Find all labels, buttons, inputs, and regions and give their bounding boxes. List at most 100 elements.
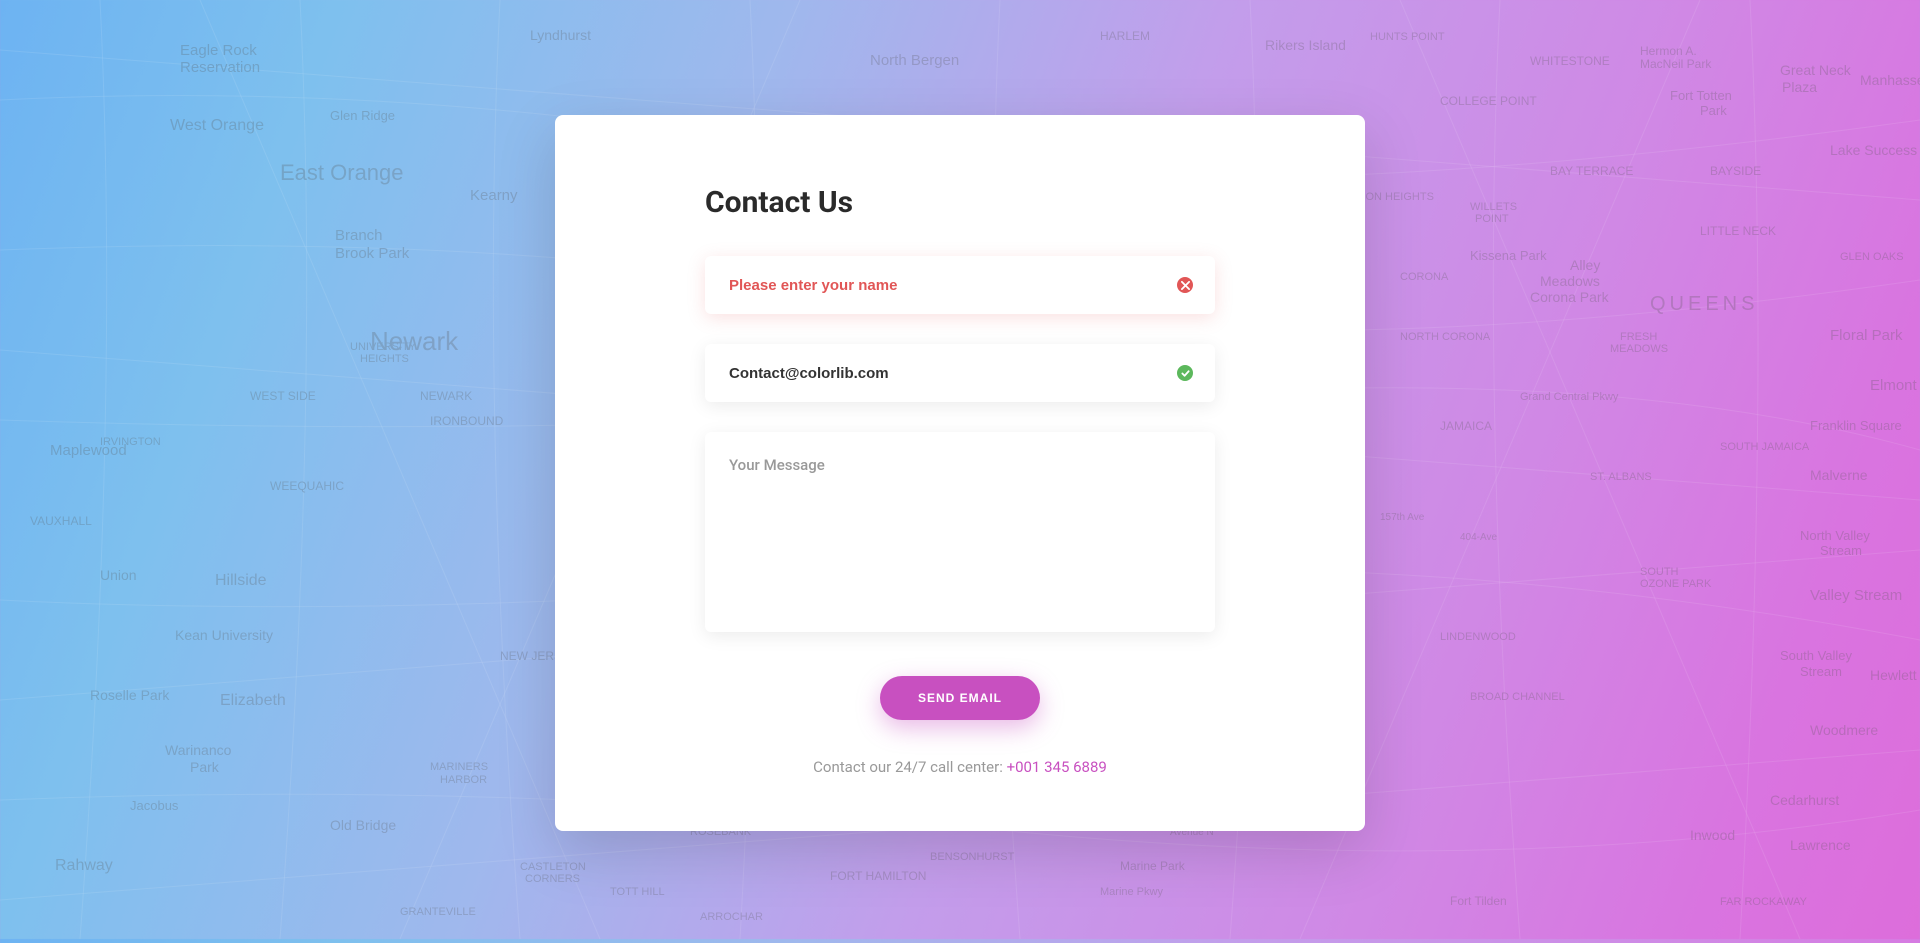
svg-text:MEADOWS: MEADOWS — [1610, 343, 1668, 355]
svg-text:Rikers Island: Rikers Island — [1265, 37, 1346, 53]
svg-text:Eagle Rock: Eagle Rock — [180, 42, 257, 59]
svg-text:HARLEM: HARLEM — [1100, 29, 1150, 43]
svg-text:FRESH: FRESH — [1620, 331, 1657, 343]
svg-text:SOUTH JAMAICA: SOUTH JAMAICA — [1720, 441, 1810, 453]
name-field-wrap — [705, 256, 1215, 314]
svg-text:Newark: Newark — [370, 326, 459, 356]
svg-text:SOUTH: SOUTH — [1640, 566, 1679, 578]
svg-text:Malverne: Malverne — [1810, 467, 1868, 483]
svg-text:Maplewood: Maplewood — [50, 442, 127, 459]
svg-text:Hewlett: Hewlett — [1870, 667, 1917, 683]
svg-text:FORT HAMILTON: FORT HAMILTON — [830, 869, 926, 883]
svg-text:UNIVERSITY: UNIVERSITY — [350, 341, 417, 353]
svg-text:NEWARK: NEWARK — [420, 389, 472, 403]
message-field-wrap — [705, 432, 1215, 636]
page-title: Contact Us — [705, 185, 1215, 220]
svg-text:Glen Ridge: Glen Ridge — [330, 108, 395, 123]
footer-text: Contact our 24/7 call center: +001 345 6… — [705, 758, 1215, 776]
svg-text:WILLETS: WILLETS — [1470, 201, 1517, 213]
svg-text:Manhasset: Manhasset — [1860, 72, 1920, 88]
svg-text:WHITESTONE: WHITESTONE — [1530, 54, 1610, 68]
svg-text:Great Neck: Great Neck — [1780, 62, 1852, 78]
svg-text:Kean University: Kean University — [175, 627, 273, 643]
svg-text:Park: Park — [1700, 103, 1727, 118]
svg-text:Elmont: Elmont — [1870, 377, 1918, 394]
svg-text:Kissena Park: Kissena Park — [1470, 248, 1547, 263]
name-input[interactable] — [705, 256, 1215, 314]
svg-text:Union: Union — [100, 567, 137, 583]
svg-text:COLLEGE POINT: COLLEGE POINT — [1440, 94, 1537, 108]
svg-text:North Valley: North Valley — [1800, 528, 1870, 543]
svg-text:Kearny: Kearny — [470, 187, 518, 204]
message-textarea[interactable] — [705, 432, 1215, 632]
svg-text:Branch: Branch — [335, 227, 383, 244]
email-field-wrap — [705, 344, 1215, 402]
svg-text:NORTH CORONA: NORTH CORONA — [1400, 331, 1491, 343]
svg-text:Brook Park: Brook Park — [335, 245, 410, 262]
svg-text:East Orange: East Orange — [280, 160, 404, 185]
svg-text:Stream: Stream — [1800, 664, 1842, 679]
svg-text:HEIGHTS: HEIGHTS — [360, 353, 409, 365]
svg-text:CORNERS: CORNERS — [525, 873, 580, 885]
svg-text:JAMAICA: JAMAICA — [1440, 419, 1492, 433]
svg-text:Corona Park: Corona Park — [1530, 289, 1610, 305]
svg-text:Valley Stream: Valley Stream — [1810, 587, 1902, 604]
svg-text:IRONBOUND: IRONBOUND — [430, 414, 504, 428]
svg-text:Jacobus: Jacobus — [130, 798, 179, 813]
svg-text:VAUXHALL: VAUXHALL — [30, 514, 92, 528]
svg-text:Franklin Square: Franklin Square — [1810, 418, 1902, 433]
svg-text:Lake Success: Lake Success — [1830, 142, 1917, 158]
svg-text:LINDENWOOD: LINDENWOOD — [1440, 631, 1516, 643]
svg-text:QUEENS: QUEENS — [1650, 293, 1758, 315]
svg-text:Plaza: Plaza — [1782, 79, 1817, 95]
svg-text:CASTLETON: CASTLETON — [520, 861, 586, 873]
svg-text:FAR ROCKAWAY: FAR ROCKAWAY — [1720, 896, 1808, 908]
svg-text:North Bergen: North Bergen — [870, 52, 959, 69]
svg-text:Stream: Stream — [1820, 543, 1862, 558]
svg-text:BAYSIDE: BAYSIDE — [1710, 164, 1761, 178]
svg-text:LITTLE NECK: LITTLE NECK — [1700, 224, 1776, 238]
svg-text:Meadows: Meadows — [1540, 273, 1600, 289]
svg-text:Warinanco: Warinanco — [165, 742, 232, 758]
svg-text:Lawrence: Lawrence — [1790, 837, 1851, 853]
svg-text:Park: Park — [190, 759, 220, 775]
svg-text:Cedarhurst: Cedarhurst — [1770, 792, 1839, 808]
email-input[interactable] — [705, 344, 1215, 402]
svg-text:WEEQUAHIC: WEEQUAHIC — [270, 479, 344, 493]
submit-wrap: SEND EMAIL — [705, 676, 1215, 720]
svg-text:CORONA: CORONA — [1400, 271, 1449, 283]
svg-text:Fort Tilden: Fort Tilden — [1450, 894, 1507, 908]
svg-text:Roselle Park: Roselle Park — [90, 687, 170, 703]
footer-phone[interactable]: +001 345 6889 — [1007, 758, 1107, 776]
svg-text:Rahway: Rahway — [55, 857, 113, 874]
svg-text:Floral Park: Floral Park — [1830, 327, 1903, 344]
footer-label: Contact our 24/7 call center: — [813, 758, 1006, 776]
svg-text:GLEN OAKS: GLEN OAKS — [1840, 251, 1904, 263]
svg-text:Alley: Alley — [1570, 257, 1600, 273]
svg-text:Woodmere: Woodmere — [1810, 722, 1878, 738]
svg-text:Old Bridge: Old Bridge — [330, 817, 396, 833]
error-icon — [1177, 277, 1193, 293]
svg-text:404-Ave: 404-Ave — [1460, 532, 1498, 543]
svg-text:MARINERS: MARINERS — [430, 761, 488, 773]
svg-text:IRVINGTON: IRVINGTON — [100, 436, 161, 448]
send-email-button[interactable]: SEND EMAIL — [880, 676, 1040, 720]
svg-text:BENSONHURST: BENSONHURST — [930, 851, 1015, 863]
svg-text:Marine Pkwy: Marine Pkwy — [1100, 886, 1163, 898]
svg-text:Inwood: Inwood — [1690, 827, 1735, 843]
svg-text:157th Ave: 157th Ave — [1380, 512, 1425, 523]
svg-text:POINT: POINT — [1475, 213, 1509, 225]
svg-text:Hermon A.: Hermon A. — [1640, 44, 1697, 58]
svg-text:MacNeil Park: MacNeil Park — [1640, 57, 1712, 71]
svg-text:BAY TERRACE: BAY TERRACE — [1550, 164, 1633, 178]
svg-text:BROAD CHANNEL: BROAD CHANNEL — [1470, 691, 1565, 703]
svg-text:OZONE PARK: OZONE PARK — [1640, 578, 1712, 590]
svg-text:Grand Central Pkwy: Grand Central Pkwy — [1520, 391, 1619, 403]
svg-text:South Valley: South Valley — [1780, 648, 1853, 663]
valid-icon — [1177, 365, 1193, 381]
svg-text:Lyndhurst: Lyndhurst — [530, 27, 591, 43]
svg-text:TOTT HILL: TOTT HILL — [610, 886, 665, 898]
svg-text:West Orange: West Orange — [170, 117, 264, 134]
svg-text:GRANTEVILLE: GRANTEVILLE — [400, 906, 476, 918]
svg-text:WEST SIDE: WEST SIDE — [250, 389, 316, 403]
